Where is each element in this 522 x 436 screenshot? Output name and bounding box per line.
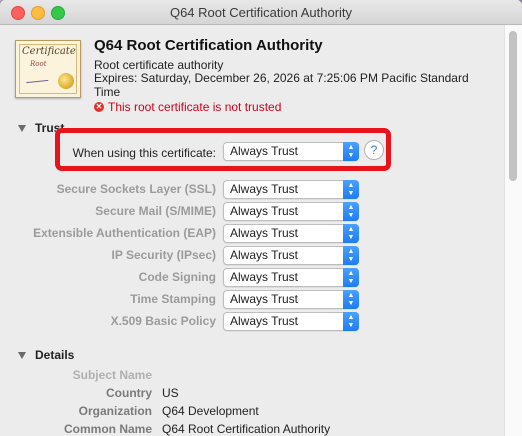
trust-row-label: Secure Sockets Layer (SSL)	[56, 182, 216, 196]
trust-row-value: Always Trust	[230, 314, 299, 328]
detail-field-value: Q64 Root Certification Authority	[162, 422, 331, 436]
seal-icon	[58, 73, 74, 89]
trust-row-popup[interactable]: Always Trust ▲ ▼	[223, 290, 359, 309]
trust-row-popup[interactable]: Always Trust ▲ ▼	[223, 312, 359, 331]
disclosure-triangle-icon[interactable]	[18, 351, 26, 359]
help-button[interactable]: ?	[364, 140, 384, 160]
trust-status: ✕ This root certificate is not trusted	[94, 100, 281, 114]
trust-row-label: Secure Mail (S/MIME)	[95, 204, 216, 218]
certificate-name: Q64 Root Certification Authority	[94, 37, 323, 54]
when-using-label: When using this certificate:	[72, 146, 216, 160]
details-section-toggle[interactable]: Details	[18, 348, 74, 362]
trust-row-value: Always Trust	[230, 204, 299, 218]
popup-arrows-icon: ▲ ▼	[343, 180, 359, 199]
trust-row-value: Always Trust	[230, 226, 299, 240]
trust-row-popup[interactable]: Always Trust ▲ ▼	[223, 180, 359, 199]
popup-arrows-icon: ▲ ▼	[343, 224, 359, 243]
details-heading: Details	[35, 348, 75, 362]
title-bar[interactable]: Q64 Root Certification Authority	[0, 0, 522, 25]
certificate-kind: Root certificate authority	[94, 58, 224, 72]
trust-row-label: X.509 Basic Policy	[110, 314, 216, 328]
certificate-icon-word: Certificate	[22, 46, 76, 57]
trust-row-value: Always Trust	[230, 248, 299, 262]
scrollbar-thumb[interactable]	[509, 31, 517, 181]
popup-arrows-icon: ▲ ▼	[343, 202, 359, 221]
window-title: Q64 Root Certification Authority	[169, 5, 353, 20]
trust-row-popup[interactable]: Always Trust ▲ ▼	[223, 246, 359, 265]
trust-row-label: IP Security (IPsec)	[111, 248, 217, 262]
when-using-value: Always Trust	[230, 144, 299, 158]
trust-row-popup[interactable]: Always Trust ▲ ▼	[223, 202, 359, 221]
trust-row-value: Always Trust	[230, 270, 299, 284]
trust-row-popup[interactable]: Always Trust ▲ ▼	[223, 268, 359, 287]
detail-field-value: US	[162, 386, 179, 400]
vertical-scrollbar[interactable]	[504, 25, 522, 436]
certificate-icon-subword: Root	[30, 60, 47, 68]
detail-field-label: Country	[106, 386, 152, 400]
popup-arrows-icon: ▲ ▼	[343, 142, 359, 161]
popup-arrows-icon: ▲ ▼	[343, 268, 359, 287]
trust-row-value: Always Trust	[230, 182, 299, 196]
trust-status-text: This root certificate is not trusted	[108, 100, 282, 114]
trust-row-popup[interactable]: Always Trust ▲ ▼	[223, 224, 359, 243]
when-using-popup[interactable]: Always Trust ▲ ▼	[223, 142, 359, 161]
certificate-icon: Certificate Root	[15, 40, 81, 98]
popup-arrows-icon: ▲ ▼	[343, 312, 359, 331]
trust-row-label: Extensible Authentication (EAP)	[33, 226, 216, 240]
trust-row-label: Code Signing	[138, 270, 216, 284]
certificate-content: Certificate Root Q64 Root Certification …	[0, 25, 505, 436]
detail-field-value: Q64 Development	[162, 404, 259, 418]
popup-arrows-icon: ▲ ▼	[343, 290, 359, 309]
certificate-window: Q64 Root Certification Authority Certifi…	[0, 0, 522, 436]
detail-field-label: Organization	[78, 404, 152, 418]
disclosure-triangle-icon[interactable]	[18, 124, 26, 132]
detail-field-label: Common Name	[63, 422, 152, 436]
popup-arrows-icon: ▲ ▼	[343, 246, 359, 265]
trust-row-label: Time Stamping	[130, 292, 216, 306]
trust-row-value: Always Trust	[230, 292, 299, 306]
certificate-expiry: Expires: Saturday, December 26, 2026 at …	[94, 71, 469, 99]
error-icon: ✕	[94, 102, 104, 112]
subject-name-label: Subject Name	[72, 368, 152, 382]
